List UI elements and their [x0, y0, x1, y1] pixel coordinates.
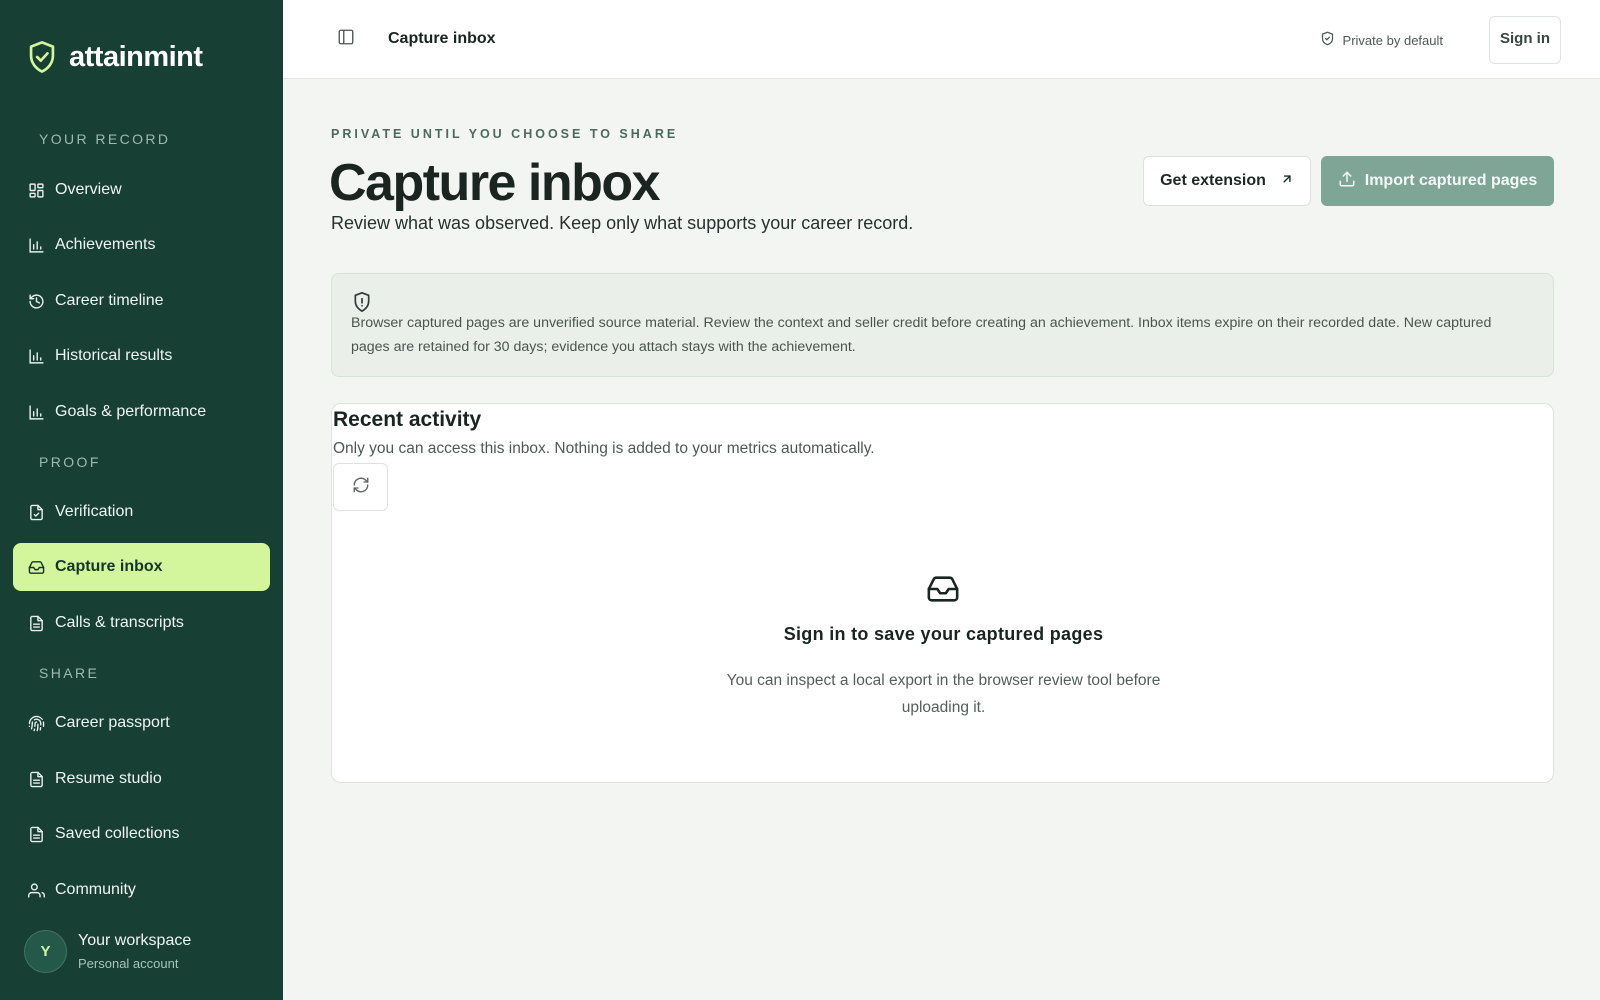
- section-label-share: SHARE: [39, 665, 100, 681]
- inbox-icon: [926, 572, 960, 606]
- history-icon: [27, 292, 45, 310]
- users-icon: [27, 881, 45, 899]
- sidebar-item-label: Overview: [55, 181, 122, 198]
- recent-activity-subtitle: Only you can access this inbox. Nothing …: [333, 440, 875, 457]
- sidebar-item-achievements[interactable]: Achievements: [13, 221, 270, 269]
- sidebar-item-label: Historical results: [55, 347, 173, 364]
- avatar: Y: [24, 930, 67, 973]
- sidebar-item-label: Calls & transcripts: [55, 614, 184, 631]
- shield-check-icon: [27, 40, 57, 74]
- upload-icon: [1338, 170, 1356, 193]
- get-extension-button[interactable]: Get extension: [1143, 156, 1311, 206]
- sidebar-item-calls-transcripts[interactable]: Calls & transcripts: [13, 599, 270, 647]
- section-label-proof: PROOF: [39, 454, 101, 470]
- notice-banner: Browser captured pages are unverified so…: [331, 273, 1554, 377]
- shield-check-icon: [1320, 31, 1335, 49]
- import-label: Import captured pages: [1364, 172, 1538, 189]
- refresh-icon: [352, 476, 370, 499]
- bar-chart-icon: [27, 403, 45, 421]
- file-text-icon: [27, 614, 45, 632]
- file-text-icon: [27, 825, 45, 843]
- sidebar-item-label: Community: [55, 881, 136, 898]
- file-text-icon: [27, 770, 45, 788]
- sidebar-item-label: Career timeline: [55, 292, 164, 309]
- sidebar-item-resume-studio[interactable]: Resume studio: [13, 755, 270, 803]
- sidebar-item-label: Saved collections: [55, 825, 180, 842]
- empty-state-title: Sign in to save your captured pages: [783, 624, 1104, 644]
- eyebrow: PRIVATE UNTIL YOU CHOOSE TO SHARE: [331, 127, 679, 141]
- page-subtitle: Review what was observed. Keep only what…: [331, 213, 914, 233]
- sidebar-item-label: Goals & performance: [55, 403, 207, 420]
- sidebar-item-label: Resume studio: [55, 770, 162, 787]
- sidebar-item-verification[interactable]: Verification: [13, 488, 270, 536]
- sidebar-item-historical-results[interactable]: Historical results: [13, 332, 270, 380]
- panel-left-icon: [337, 28, 355, 51]
- privacy-badge: Private by default: [1320, 31, 1443, 49]
- recent-activity-title: Recent activity: [333, 408, 482, 431]
- empty-state-description: You can inspect a local export in the br…: [726, 672, 1161, 716]
- sign-in-button[interactable]: Sign in: [1489, 16, 1561, 64]
- bar-chart-icon: [27, 236, 45, 254]
- sidebar-item-label: Capture inbox: [55, 558, 163, 575]
- page-title: Capture inbox: [329, 154, 661, 212]
- header-title: Capture inbox: [388, 30, 496, 47]
- import-captured-pages-button[interactable]: Import captured pages: [1321, 156, 1554, 206]
- sidebar-toggle-button[interactable]: [335, 28, 357, 50]
- top-bar: Capture inbox Private by default Sign in: [283, 0, 1600, 79]
- grid-icon: [27, 181, 45, 199]
- recent-activity-panel: Recent activity Only you can access this…: [331, 403, 1554, 783]
- workspace-title: Your workspace: [78, 932, 192, 949]
- sidebar-item-career-passport[interactable]: Career passport: [13, 699, 270, 747]
- sidebar-item-capture-inbox[interactable]: Capture inbox: [13, 543, 270, 591]
- sidebar-item-label: Career passport: [55, 714, 170, 731]
- brand-logo[interactable]: attainmint: [27, 40, 203, 74]
- workspace-subtitle: Personal account: [78, 956, 179, 971]
- sidebar-item-saved-collections[interactable]: Saved collections: [13, 810, 270, 858]
- sidebar-item-label: Verification: [55, 503, 134, 520]
- section-label-your-record: YOUR RECORD: [39, 131, 171, 147]
- sidebar-item-goals-performance[interactable]: Goals & performance: [13, 388, 270, 436]
- workspace-switcher[interactable]: Y Your workspace Personal account: [24, 930, 191, 973]
- sidebar-item-career-timeline[interactable]: Career timeline: [13, 277, 270, 325]
- file-check-icon: [27, 503, 45, 521]
- bar-chart-icon: [27, 347, 45, 365]
- arrow-up-right-icon: [1280, 172, 1294, 191]
- sidebar: attainmint YOUR RECORD Overview Achievem…: [0, 0, 283, 1000]
- sidebar-item-overview[interactable]: Overview: [13, 166, 270, 214]
- fingerprint-icon: [27, 714, 45, 732]
- sidebar-item-label: Achievements: [55, 236, 156, 253]
- inbox-icon: [27, 558, 45, 576]
- refresh-button[interactable]: [333, 463, 388, 511]
- notice-text: Browser captured pages are unverified so…: [351, 315, 1492, 355]
- shield-alert-icon: [352, 291, 374, 313]
- privacy-label: Private by default: [1342, 32, 1443, 48]
- get-extension-label: Get extension: [1160, 172, 1266, 189]
- sidebar-item-community[interactable]: Community: [13, 866, 270, 914]
- brand-name: attainmint: [69, 40, 203, 73]
